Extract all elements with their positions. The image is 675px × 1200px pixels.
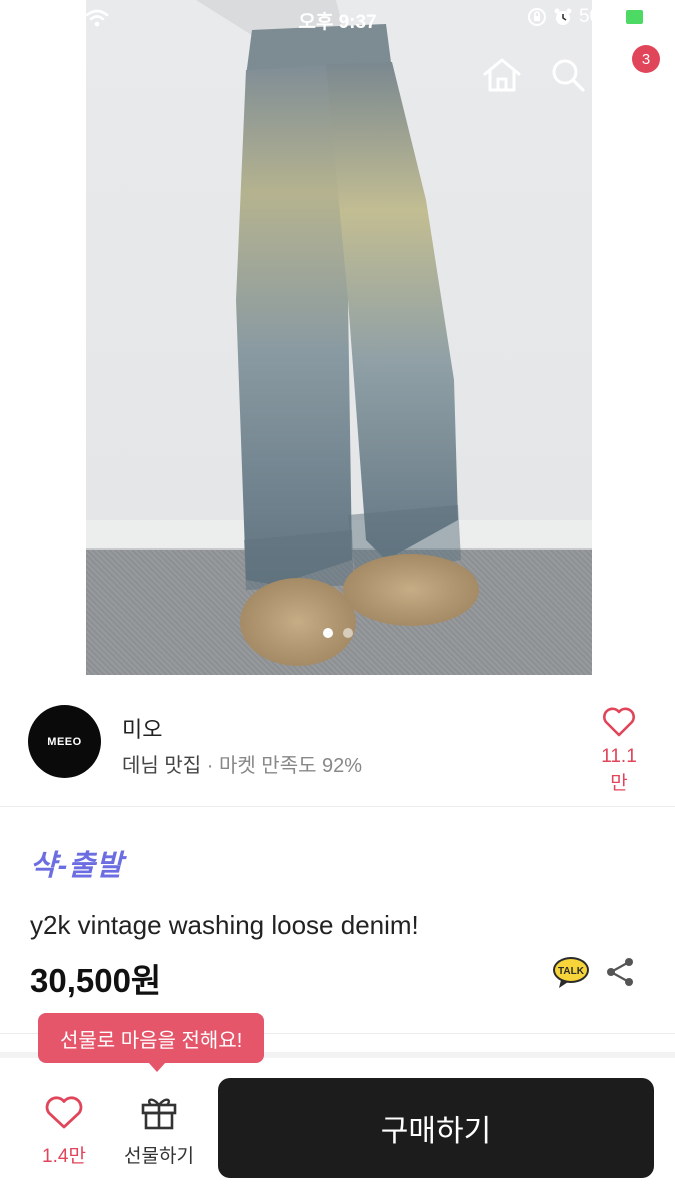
home-button[interactable] (480, 53, 524, 97)
product-price: 30,500원 (30, 962, 162, 999)
back-button[interactable] (20, 53, 64, 97)
product-title: y2k vintage washing loose denim! (30, 910, 419, 940)
gift-tooltip[interactable]: 선물로 마음을 전해요! (38, 1013, 265, 1072)
alarm-icon (554, 8, 572, 25)
search-icon (552, 59, 585, 92)
bottom-action-bar: 1.4만 선물하기 구매하기 (0, 1058, 675, 1200)
seller-avatar[interactable]: MEEO (28, 705, 101, 778)
cart-button[interactable]: 3 (610, 45, 660, 97)
seller-row[interactable]: MEEO 미오 데님 맛집 · 마켓 만족도 92% 11.1만 (0, 677, 675, 807)
product-image-carousel[interactable]: SKT 오후 9:37 50% 3 (0, 0, 675, 675)
talk-label: TALK (558, 966, 585, 977)
heart-icon (603, 707, 635, 737)
market-satisfaction: · 마켓 만족도 92% (201, 755, 363, 777)
like-button[interactable]: 1.4만 (28, 1096, 100, 1168)
share-icon (607, 958, 633, 986)
seller-tag: 데님 맛집 (122, 755, 202, 777)
battery-percent: 50% (578, 6, 617, 27)
share-button[interactable] (604, 956, 636, 988)
like-count: 1.4만 (42, 1146, 86, 1167)
carousel-dot[interactable] (322, 628, 333, 638)
seller-favorite-button[interactable]: 11.1만 (593, 707, 645, 795)
buy-button[interactable]: 구매하기 (218, 1078, 654, 1178)
heart-icon (45, 1096, 83, 1129)
talk-button[interactable]: TALK (552, 956, 590, 990)
talk-icon: TALK (553, 957, 589, 988)
home-icon (483, 58, 521, 92)
search-button[interactable] (546, 53, 590, 97)
gift-button[interactable]: 선물하기 (116, 1094, 202, 1168)
seller-favorite-count: 11.1만 (601, 746, 637, 794)
chevron-left-icon (33, 58, 51, 92)
cart-count-badge: 3 (632, 45, 660, 73)
gift-icon (141, 1098, 177, 1130)
carousel-dot[interactable] (342, 628, 353, 638)
shipping-badge: 샥-출발 (30, 850, 124, 882)
rotation-lock-icon (527, 8, 546, 26)
gift-label: 선물하기 (124, 1146, 194, 1167)
top-navigation: 3 (0, 45, 675, 105)
battery-icon (623, 7, 666, 27)
status-bar: SKT 오후 9:37 50% (0, 0, 675, 38)
seller-name[interactable]: 미오 (122, 712, 162, 744)
carousel-indicator (0, 628, 675, 638)
seller-info: 데님 맛집 · 마켓 만족도 92% (122, 749, 362, 778)
product-info: 샥-출발 y2k vintage washing loose denim! 30… (0, 808, 675, 1034)
